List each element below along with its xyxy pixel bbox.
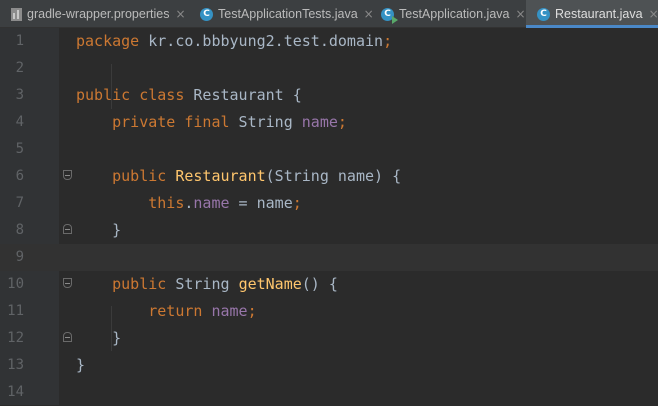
code-token: ; <box>383 32 393 50</box>
code-text: public String getName() { <box>76 271 338 298</box>
line-number: 2 <box>15 60 24 76</box>
code-line[interactable]: 13} <box>0 352 658 379</box>
code-token: } <box>76 356 86 374</box>
code-token: this <box>148 194 185 212</box>
code-line[interactable]: 7 this.name = name; <box>0 190 658 217</box>
code-line[interactable]: 5 <box>0 136 658 163</box>
code-line[interactable]: 1 package kr.co.bbbyung2.test.domain; <box>0 28 658 55</box>
code-token: ; <box>292 194 302 212</box>
code-line[interactable]: 6 public Restaurant(String name) { <box>0 163 658 190</box>
code-line[interactable]: 10 public String getName() { <box>0 271 658 298</box>
code-token: public <box>112 275 167 293</box>
code-token: } <box>76 221 122 239</box>
code-token: package <box>76 32 140 50</box>
code-text: private final String name; <box>76 109 347 136</box>
line-number: 13 <box>7 357 24 373</box>
line-number: 8 <box>15 222 24 238</box>
code-token: String <box>229 113 302 131</box>
code-text: } <box>76 352 85 379</box>
properties-file-icon <box>11 7 22 21</box>
code-text: public Restaurant(String name) { <box>76 163 401 190</box>
tab-restaurant[interactable]: C Restaurant.java × <box>526 0 658 28</box>
code-token: Restaurant <box>175 167 266 185</box>
code-token: name <box>211 302 248 320</box>
code-editor[interactable]: 1 package kr.co.bbbyung2.test.domain; 2 3 pu… <box>0 28 658 405</box>
tab-test-application-tests[interactable]: C TestApplicationTests.java × <box>189 0 374 28</box>
class-glyph: C <box>384 8 391 19</box>
code-token: name <box>193 194 230 212</box>
code-line[interactable]: 11 return name; <box>0 298 658 325</box>
code-token: (String name) { <box>265 167 402 185</box>
line-number: 7 <box>15 195 24 211</box>
code-text: } <box>76 325 121 352</box>
code-line[interactable]: 3 public class Restaurant { <box>0 82 658 109</box>
java-class-icon: C <box>200 7 213 21</box>
run-badge-icon <box>392 15 398 24</box>
line-number: 14 <box>7 384 24 400</box>
tab-label: TestApplicationTests.java <box>218 7 358 21</box>
line-number: 6 <box>15 168 24 184</box>
editor-tab-bar: gradle-wrapper.properties × C TestApplic… <box>0 0 658 28</box>
fold-collapse-icon[interactable] <box>63 170 72 180</box>
code-line[interactable]: 4 private final String name; <box>0 109 658 136</box>
code-token: } <box>76 329 122 347</box>
code-token: ; <box>247 302 257 320</box>
close-icon[interactable]: × <box>649 7 658 21</box>
code-token: name <box>301 113 338 131</box>
code-text: } <box>76 217 121 244</box>
code-text: return name; <box>76 298 257 325</box>
tab-label: TestApplication.java <box>399 7 510 21</box>
code-token: ; <box>337 113 347 131</box>
line-number: 1 <box>15 33 24 49</box>
close-icon[interactable]: × <box>515 7 525 21</box>
code-token: Restaurant { <box>184 86 302 104</box>
code-token: private final <box>112 113 230 131</box>
code-token: () { <box>301 275 338 293</box>
line-number: 9 <box>15 249 24 265</box>
code-line[interactable]: 9 <box>0 244 658 271</box>
code-token: getName <box>238 275 302 293</box>
line-number: 10 <box>7 276 24 292</box>
code-token: public <box>112 167 167 185</box>
java-runnable-class-icon: C <box>381 7 398 24</box>
code-token: public class <box>76 86 185 104</box>
line-number: 12 <box>7 330 24 346</box>
code-text: public class Restaurant { <box>76 82 302 109</box>
code-text: package kr.co.bbbyung2.test.domain; <box>76 28 392 55</box>
code-line[interactable]: 2 <box>0 55 658 82</box>
code-line[interactable]: 12 } <box>0 325 658 352</box>
fold-end-icon[interactable] <box>63 332 72 342</box>
fold-end-icon[interactable] <box>63 224 72 234</box>
code-token: return <box>148 302 203 320</box>
tab-label: gradle-wrapper.properties <box>27 7 170 21</box>
tab-gradle-wrapper-properties[interactable]: gradle-wrapper.properties × <box>0 0 189 28</box>
code-line[interactable]: 8 } <box>0 217 658 244</box>
fold-collapse-icon[interactable] <box>63 278 72 288</box>
code-token: String <box>166 275 239 293</box>
code-token: = name <box>229 194 293 212</box>
tab-label: Restaurant.java <box>555 7 643 21</box>
tab-test-application[interactable]: C TestApplication.java × <box>371 0 526 28</box>
close-icon[interactable]: × <box>175 7 185 21</box>
line-number: 11 <box>7 303 24 319</box>
code-line[interactable]: 14 <box>0 379 658 406</box>
java-class-icon: C <box>537 7 550 21</box>
line-number: 4 <box>15 114 24 130</box>
code-text: this.name = name; <box>76 190 302 217</box>
code-token: kr.co.bbbyung2.test.domain <box>139 32 384 50</box>
line-number: 3 <box>15 87 24 103</box>
line-number: 5 <box>15 141 24 157</box>
